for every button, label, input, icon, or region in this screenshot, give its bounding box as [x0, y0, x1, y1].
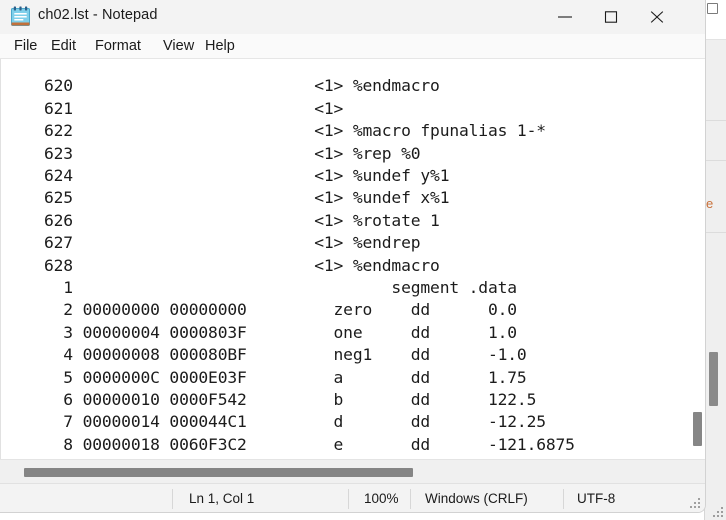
background-window-divider: [705, 120, 726, 121]
status-separator: [410, 489, 411, 509]
status-separator: [172, 489, 173, 509]
restore-icon[interactable]: [707, 3, 718, 14]
close-button[interactable]: [634, 0, 680, 34]
background-window-resize-grip[interactable]: [713, 507, 724, 518]
status-line-column[interactable]: Ln 1, Col 1: [189, 491, 254, 506]
close-icon: [650, 11, 664, 23]
maximize-icon: [604, 11, 618, 23]
background-window[interactable]: e: [704, 0, 726, 520]
vertical-scrollbar-thumb[interactable]: [693, 412, 702, 446]
minimize-button[interactable]: [542, 0, 588, 34]
title-bar[interactable]: ch02.lst - Notepad: [0, 0, 705, 34]
resize-grip[interactable]: [690, 497, 702, 509]
status-separator: [348, 489, 349, 509]
menu-item-view[interactable]: View: [158, 37, 199, 55]
horizontal-scrollbar-thumb[interactable]: [24, 468, 413, 477]
status-separator: [563, 489, 564, 509]
background-window-titlebar: [705, 0, 726, 40]
status-bar: Ln 1, Col 1 100% Windows (CRLF) UTF-8: [0, 483, 705, 512]
vertical-scrollbar[interactable]: [690, 59, 705, 459]
menu-bar: File Edit Format View Help: [0, 34, 705, 59]
menu-item-format[interactable]: Format: [90, 37, 146, 55]
status-zoom-level[interactable]: 100%: [364, 491, 399, 506]
background-window-scrollbar-thumb[interactable]: [709, 352, 718, 406]
notepad-window: ch02.lst - Notepad File Edit Format View…: [0, 0, 706, 513]
background-window-divider: [705, 232, 726, 233]
text-editor-area[interactable]: 620 <1> %endmacro 621 <1> 622 <1> %macro…: [0, 59, 705, 459]
menu-item-file[interactable]: File: [9, 37, 42, 55]
minimize-icon: [558, 16, 572, 18]
background-window-divider: [705, 160, 726, 161]
menu-item-help[interactable]: Help: [200, 37, 240, 55]
background-window-text: e: [706, 196, 714, 211]
status-encoding[interactable]: UTF-8: [577, 491, 615, 506]
notepad-icon: [11, 6, 30, 26]
menu-item-edit[interactable]: Edit: [46, 37, 81, 55]
window-title: ch02.lst - Notepad: [38, 7, 158, 23]
maximize-button[interactable]: [588, 0, 634, 34]
status-line-ending[interactable]: Windows (CRLF): [425, 491, 528, 506]
editor-content[interactable]: 620 <1> %endmacro 621 <1> 622 <1> %macro…: [15, 75, 575, 456]
horizontal-scrollbar[interactable]: [0, 459, 705, 483]
